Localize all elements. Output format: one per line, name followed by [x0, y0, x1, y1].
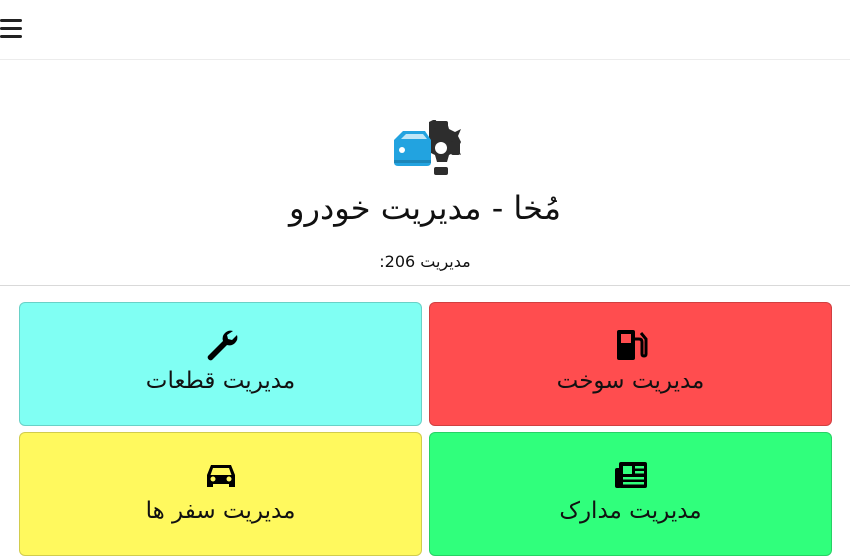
parts-management-button[interactable]: مدیریت قطعات [19, 302, 422, 426]
fuel-management-label: مدیریت سوخت [556, 368, 705, 394]
top-navbar [0, 0, 850, 60]
documents-management-label: مدیریت مدارک [559, 498, 702, 524]
wrench-icon [207, 330, 237, 361]
section-divider [0, 285, 850, 286]
hamburger-menu-icon[interactable] [0, 17, 24, 41]
newspaper-icon [614, 462, 647, 488]
car-icon [206, 465, 235, 487]
parts-management-label: مدیریت قطعات [145, 368, 296, 394]
documents-management-button[interactable]: مدیریت مدارک [429, 432, 832, 556]
trips-management-label: مدیریت سفر ها [145, 498, 296, 524]
trips-management-button[interactable]: مدیریت سفر ها [19, 432, 422, 556]
fuel-management-button[interactable]: مدیریت سوخت [429, 302, 832, 426]
app-title: مُخا - مدیریت خودرو [289, 189, 561, 227]
car-gear-logo-icon [394, 120, 461, 175]
vehicle-subtitle: مدیریت 206: [379, 252, 471, 271]
gas-pump-icon [616, 330, 647, 360]
